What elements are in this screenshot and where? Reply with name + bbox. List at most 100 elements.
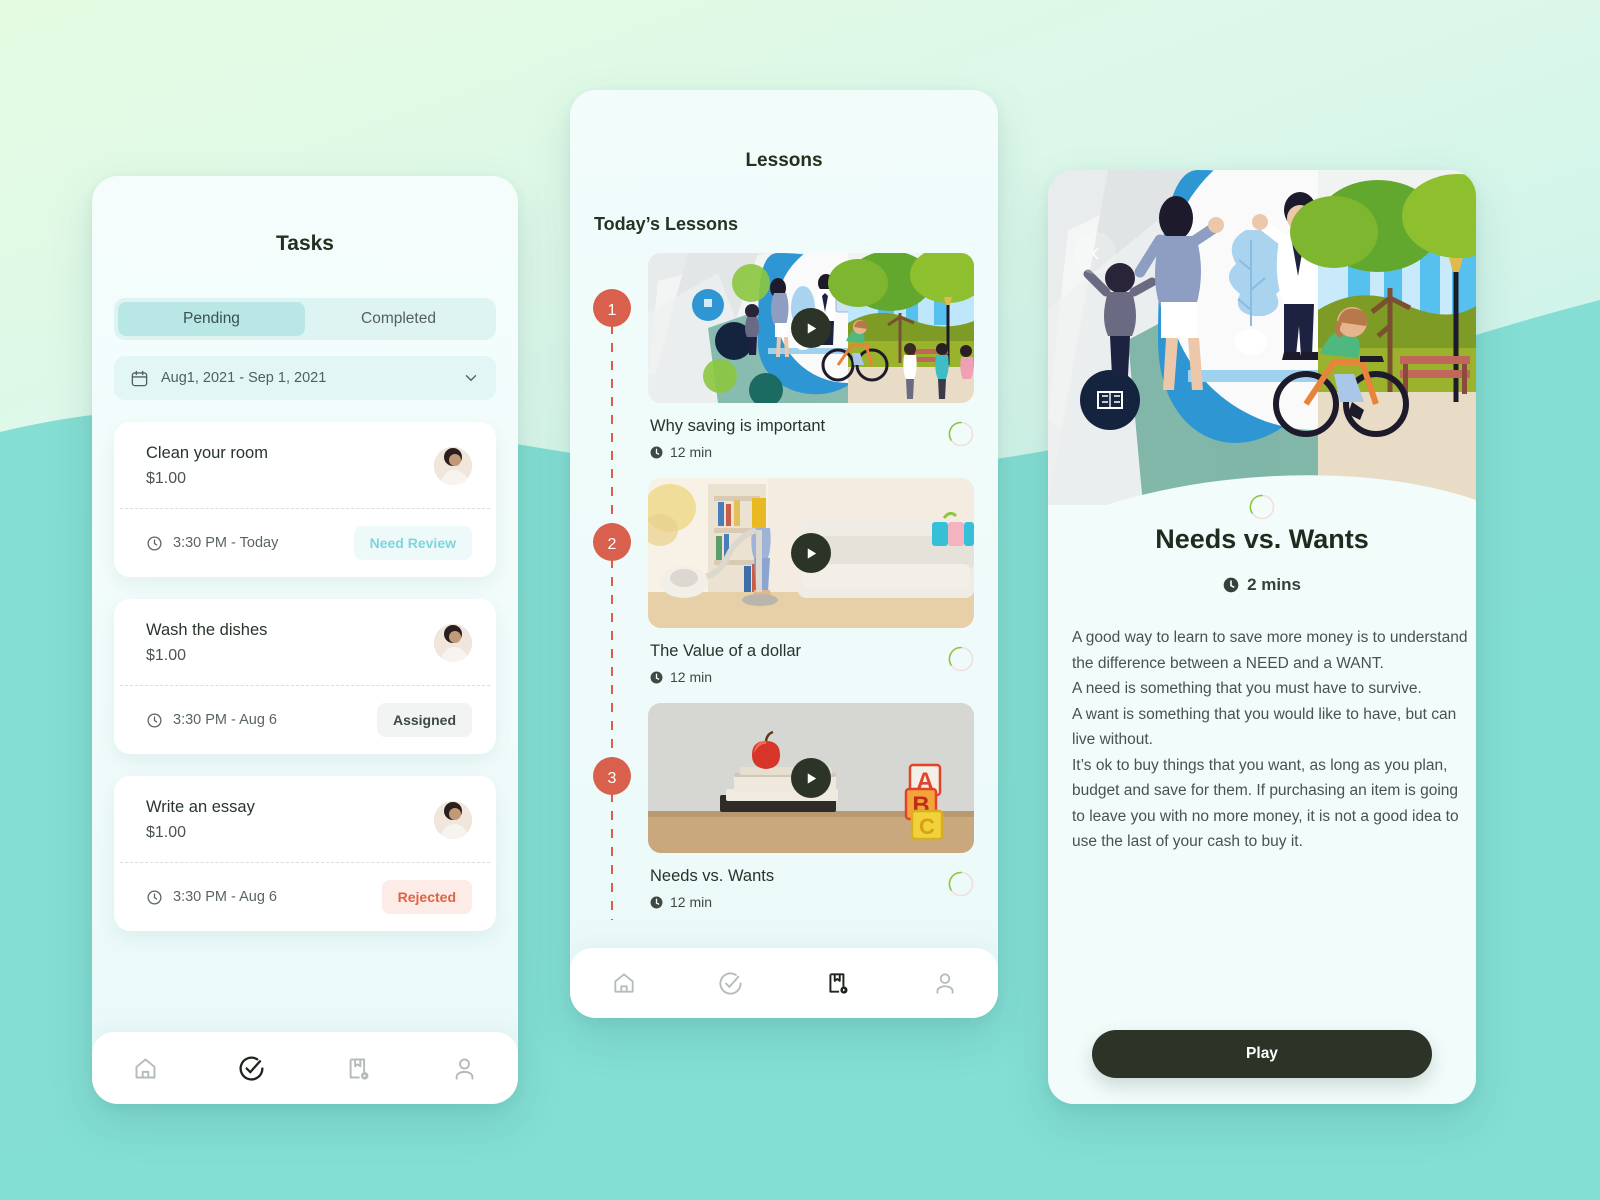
task-filter-tabs: Pending Completed bbox=[114, 298, 496, 340]
svg-text:C: C bbox=[919, 814, 935, 839]
lesson-thumbnail[interactable] bbox=[648, 253, 974, 403]
profile-icon bbox=[455, 1058, 474, 1080]
task-card[interactable]: Clean your room $1.00 3:30 PM - Today Ne… bbox=[114, 422, 496, 577]
lesson-thumbnail[interactable] bbox=[648, 478, 974, 628]
lesson-duration-label: 12 min bbox=[670, 894, 713, 910]
nav-home-button[interactable] bbox=[130, 1053, 160, 1083]
progress-ring[interactable] bbox=[948, 421, 974, 447]
clock-icon bbox=[650, 896, 663, 908]
section-title: Today’s Lessons bbox=[594, 214, 739, 234]
avatar[interactable] bbox=[434, 624, 472, 662]
profile-icon bbox=[935, 973, 954, 994]
nav-profile-button[interactable] bbox=[450, 1053, 480, 1083]
tab-pending[interactable]: Pending bbox=[118, 302, 305, 336]
task-name: Wash the dishes bbox=[146, 621, 268, 639]
lesson-detail-body: A good way to learn to save more money i… bbox=[1072, 629, 1468, 850]
hero-illustration bbox=[1048, 170, 1476, 505]
lesson-meta: Needs vs. Wants 12 min bbox=[648, 853, 976, 910]
lesson-detail-duration: 2 mins bbox=[1048, 575, 1476, 595]
lesson-item[interactable]: Why saving is important 12 min bbox=[648, 253, 976, 460]
avatar[interactable] bbox=[434, 447, 472, 485]
play-button[interactable] bbox=[791, 308, 831, 348]
tasks-check-icon bbox=[239, 1056, 264, 1081]
task-time: 3:30 PM - Aug 6 bbox=[173, 889, 277, 905]
date-range-selector[interactable]: Aug1, 2021 - Sep 1, 2021 bbox=[114, 356, 496, 400]
task-card-footer: 3:30 PM - Aug 6 Rejected bbox=[114, 863, 496, 931]
lesson-item[interactable]: A B C Needs vs. Wants 12 min bbox=[648, 703, 976, 910]
task-card[interactable]: Write an essay $1.00 3:30 PM - Aug 6 Rej… bbox=[114, 776, 496, 931]
chevron-down-icon[interactable] bbox=[462, 369, 480, 387]
lesson-detail-title: Needs vs. Wants bbox=[1155, 524, 1369, 554]
svg-text:2: 2 bbox=[608, 536, 617, 553]
date-range-value: Aug1, 2021 - Sep 1, 2021 bbox=[161, 370, 327, 386]
task-card-footer: 3:30 PM - Aug 6 Assigned bbox=[114, 686, 496, 754]
clock-icon bbox=[1223, 577, 1239, 593]
status-badge[interactable]: Rejected bbox=[381, 880, 472, 914]
lessons-play-icon bbox=[349, 1058, 369, 1080]
task-card-header: Clean your room $1.00 bbox=[114, 422, 496, 508]
lesson-item[interactable]: The Value of a dollar 12 min bbox=[648, 478, 976, 685]
clock-icon bbox=[147, 889, 162, 905]
svg-text:3: 3 bbox=[608, 770, 617, 787]
clock-icon bbox=[650, 446, 663, 458]
lesson-duration-label: 12 min bbox=[670, 669, 713, 685]
lessons-screen: Lessons Today’s Lessons Why saving is im… bbox=[570, 90, 998, 1018]
clock-icon bbox=[650, 671, 663, 683]
tasks-screen: Tasks Pending Completed Aug1, 2021 - Sep… bbox=[92, 176, 518, 1104]
lesson-detail-duration-label: 2 mins bbox=[1247, 575, 1301, 594]
nav-lessons-button[interactable] bbox=[343, 1053, 373, 1083]
clock-icon bbox=[147, 712, 162, 728]
calendar-icon bbox=[131, 370, 148, 386]
lessons-play-icon bbox=[828, 973, 848, 994]
task-time: 3:30 PM - Today bbox=[173, 535, 279, 551]
play-button[interactable] bbox=[791, 758, 831, 798]
nav-tasks-button[interactable] bbox=[237, 1053, 267, 1083]
home-icon bbox=[613, 973, 634, 993]
nav-lessons-button[interactable] bbox=[823, 968, 853, 998]
task-price: $1.00 bbox=[146, 470, 187, 487]
play-button[interactable] bbox=[791, 533, 831, 573]
lesson-timeline: 1 2 3 bbox=[593, 289, 631, 920]
lesson-duration: 12 min bbox=[650, 444, 948, 460]
lesson-title: The Value of a dollar bbox=[650, 642, 802, 660]
task-card-footer: 3:30 PM - Today Need Review bbox=[114, 509, 496, 577]
nav-tasks-button[interactable] bbox=[716, 968, 746, 998]
task-card-header: Wash the dishes $1.00 bbox=[114, 599, 496, 685]
lesson-meta: The Value of a dollar 12 min bbox=[648, 628, 976, 685]
lesson-duration: 12 min bbox=[650, 894, 948, 910]
lesson-thumbnail[interactable]: A B C bbox=[648, 703, 974, 853]
lesson-title: Needs vs. Wants bbox=[650, 867, 775, 885]
home-icon bbox=[135, 1058, 156, 1078]
task-price: $1.00 bbox=[146, 647, 187, 664]
nav-profile-button[interactable] bbox=[930, 968, 960, 998]
tasks-check-icon bbox=[719, 971, 742, 995]
progress-ring[interactable] bbox=[948, 871, 974, 897]
task-name: Write an essay bbox=[146, 798, 255, 816]
svg-text:1: 1 bbox=[608, 302, 617, 319]
bottom-navigation bbox=[92, 1032, 518, 1104]
progress-ring[interactable] bbox=[948, 646, 974, 672]
play-button[interactable]: Play bbox=[1092, 1030, 1432, 1078]
back-button[interactable] bbox=[1074, 232, 1116, 274]
task-card[interactable]: Wash the dishes $1.00 3:30 PM - Aug 6 As… bbox=[114, 599, 496, 754]
lesson-duration-label: 12 min bbox=[670, 444, 713, 460]
lesson-meta: Why saving is important 12 min bbox=[648, 403, 976, 460]
task-card-header: Write an essay $1.00 bbox=[114, 776, 496, 862]
lesson-title: Why saving is important bbox=[650, 417, 826, 435]
nav-home-button[interactable] bbox=[609, 968, 639, 998]
page-title: Tasks bbox=[276, 232, 334, 255]
lesson-list: Why saving is important 12 min The Value… bbox=[648, 253, 976, 910]
clock-icon bbox=[147, 535, 162, 551]
lesson-duration: 12 min bbox=[650, 669, 948, 685]
progress-ring[interactable] bbox=[1249, 494, 1275, 520]
bottom-navigation bbox=[570, 948, 998, 1018]
tab-completed[interactable]: Completed bbox=[305, 302, 492, 336]
chevron-left-icon bbox=[1091, 247, 1098, 259]
status-badge[interactable]: Need Review bbox=[353, 526, 472, 560]
task-price: $1.00 bbox=[146, 824, 187, 841]
avatar[interactable] bbox=[434, 801, 472, 839]
task-time: 3:30 PM - Aug 6 bbox=[173, 712, 277, 728]
lesson-detail-screen: Needs vs. Wants 2 mins A good way to lea… bbox=[1048, 170, 1476, 1104]
status-badge[interactable]: Assigned bbox=[376, 703, 472, 737]
page-title: Lessons bbox=[745, 150, 823, 171]
